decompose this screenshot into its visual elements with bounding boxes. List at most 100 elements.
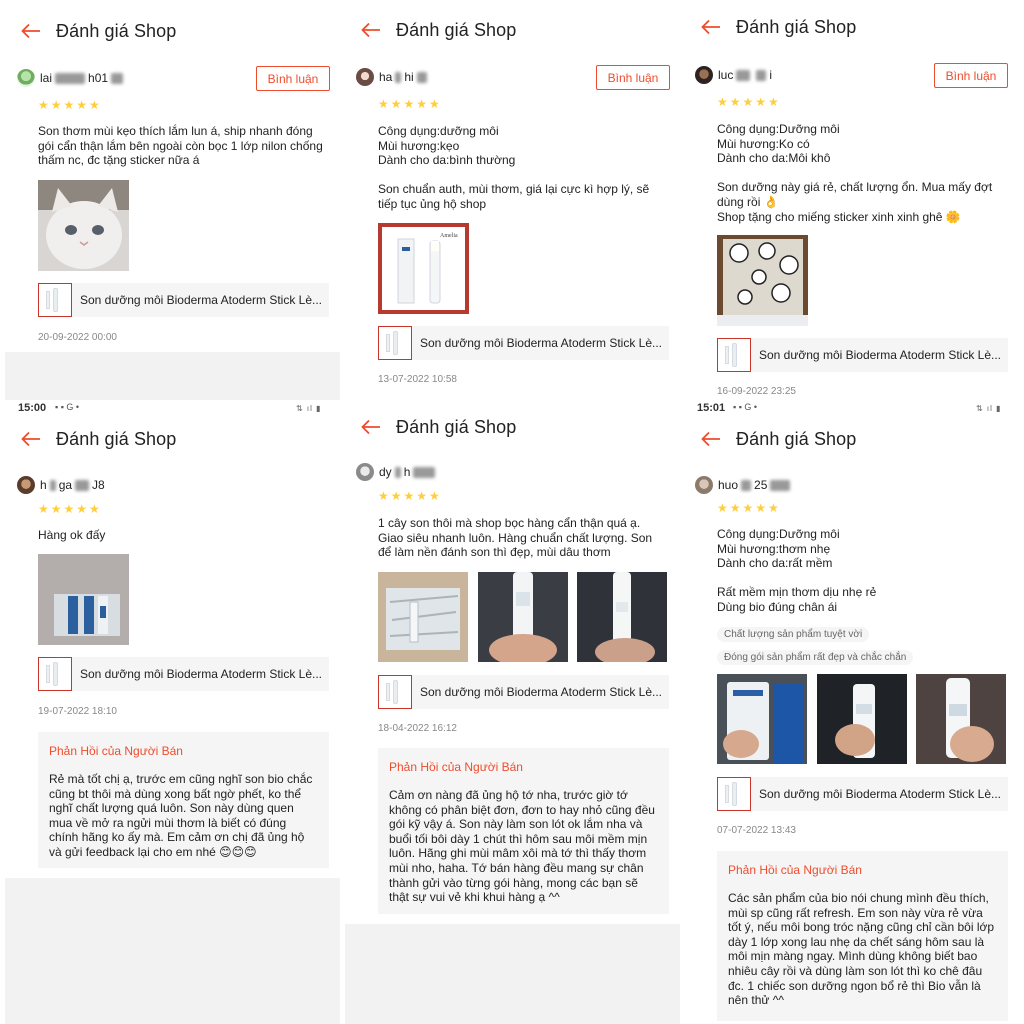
status-bar-icons: ▪ ▪ G • — [733, 402, 758, 412]
back-arrow-icon[interactable] — [701, 19, 721, 35]
header: Đánh giá Shop — [5, 419, 176, 459]
header: Đánh giá Shop — [345, 10, 516, 50]
seller-reply: Phản Hồi của Người Bán Cảm ơn nàng đã ủn… — [378, 748, 669, 914]
review-photo-1[interactable] — [717, 674, 807, 764]
status-bar-time: 15:01 — [697, 402, 726, 414]
seller-reply-text: Rẻ mà tốt chị ạ, trước em cũng nghĩ son … — [49, 772, 313, 859]
reviewer: ha hi — [356, 68, 430, 86]
avatar — [695, 66, 713, 84]
reviewer: huo 25 — [695, 476, 793, 494]
page-title: Đánh giá Shop — [736, 16, 857, 37]
rating-stars: ★★★★★ — [38, 98, 102, 112]
divider — [5, 878, 340, 1024]
review-panel-3: Đánh giá Shop luc i Bình luận ★★★★★ Công … — [685, 0, 1020, 400]
reviewer: lai h01 — [17, 69, 126, 87]
reviewer-name: luc i — [718, 68, 773, 82]
product-name: Son dưỡng môi Bioderma Atoderm Stick Lè.… — [80, 293, 323, 307]
header: Đánh giá Shop — [5, 11, 176, 51]
header: Đánh giá Shop — [345, 407, 516, 447]
review-photo[interactable] — [38, 554, 129, 645]
avatar — [17, 476, 35, 494]
review-photo[interactable] — [717, 235, 808, 326]
product-name: Son dưỡng môi Bioderma Atoderm Stick Lè.… — [80, 667, 323, 681]
avatar — [17, 69, 35, 87]
product-link[interactable]: Son dưỡng môi Bioderma Atoderm Stick Lè.… — [378, 326, 669, 360]
review-date: 19-07-2022 18:10 — [38, 706, 117, 717]
reviewer-name: dy h — [379, 465, 438, 479]
rating-stars: ★★★★★ — [717, 501, 781, 515]
review-text: Công dụng:Dưỡng môi Mùi hương:Ko có Dành… — [717, 122, 993, 224]
product-link[interactable]: Son dưỡng môi Bioderma Atoderm Stick Lè.… — [717, 777, 1008, 811]
reviewer: dy h — [356, 463, 438, 481]
review-photo-2[interactable] — [817, 674, 907, 764]
product-thumbnail — [38, 283, 72, 317]
review-panel-5: Đánh giá Shop dy h ★★★★★ 1 cây son thôi m… — [345, 400, 680, 924]
divider — [5, 352, 340, 400]
review-panel-4: Đánh giá Shop h ga J8 ★★★★★ Hàng ok đấy So… — [5, 414, 340, 878]
review-panel-2: Đánh giá Shop ha hi Bình luận ★★★★★ Công … — [345, 0, 680, 395]
product-link[interactable]: Son dưỡng môi Bioderma Atoderm Stick Lè.… — [38, 657, 329, 691]
review-photo[interactable]: Amelia — [378, 223, 469, 314]
reviewer-name: lai h01 — [40, 71, 126, 85]
back-arrow-icon[interactable] — [701, 431, 721, 447]
product-name: Son dưỡng môi Bioderma Atoderm Stick Lè.… — [759, 348, 1002, 362]
back-arrow-icon[interactable] — [361, 22, 381, 38]
product-name: Son dưỡng môi Bioderma Atoderm Stick Lè.… — [420, 336, 663, 350]
back-arrow-icon[interactable] — [21, 23, 41, 39]
seller-reply-text: Các sản phẩm của bio nói chung mình đều … — [728, 891, 995, 1008]
review-photo-1[interactable] — [378, 572, 468, 662]
review-text: Công dụng:dưỡng môi Mùi hương:kẹo Dành c… — [378, 124, 650, 211]
review-photo-2[interactable] — [478, 572, 568, 662]
back-arrow-icon[interactable] — [21, 431, 41, 447]
review-date: 16-09-2022 23:25 — [717, 386, 796, 397]
avatar — [356, 68, 374, 86]
page-title: Đánh giá Shop — [56, 428, 177, 449]
product-link[interactable]: Son dưỡng môi Bioderma Atoderm Stick Lè.… — [38, 283, 329, 317]
review-photo[interactable] — [38, 180, 129, 271]
review-panel-6: Đánh giá Shop huo 25 ★★★★★ Công dụng:Dưỡn… — [685, 414, 1020, 1024]
product-thumbnail — [717, 338, 751, 372]
reviewer-name: ha hi — [379, 70, 430, 84]
review-tag: Đóng gói sản phẩm rất đẹp và chắc chắn — [717, 650, 914, 665]
product-thumbnail — [378, 326, 412, 360]
header: Đánh giá Shop — [685, 7, 856, 47]
product-name: Son dưỡng môi Bioderma Atoderm Stick Lè.… — [759, 787, 1002, 801]
comment-button[interactable]: Bình luận — [934, 63, 1008, 88]
reviewer: h ga J8 — [17, 476, 105, 494]
reviewer-name: h ga J8 — [40, 478, 105, 492]
seller-reply-text: Cảm ơn nàng đã ủng hộ tớ nha, trước giờ … — [389, 788, 655, 905]
product-link[interactable]: Son dưỡng môi Bioderma Atoderm Stick Lè.… — [717, 338, 1008, 372]
header: Đánh giá Shop — [685, 419, 856, 459]
review-photo-3[interactable] — [916, 674, 1006, 764]
back-arrow-icon[interactable] — [361, 419, 381, 435]
rating-stars: ★★★★★ — [378, 489, 442, 503]
review-photo-3[interactable] — [577, 572, 667, 662]
seller-reply-title: Phản Hồi của Người Bán — [49, 744, 183, 758]
product-thumbnail — [378, 675, 412, 709]
page-title: Đánh giá Shop — [56, 20, 177, 41]
rating-stars: ★★★★★ — [38, 502, 102, 516]
comment-button[interactable]: Bình luận — [256, 66, 330, 91]
divider — [345, 924, 680, 1024]
review-date: 20-09-2022 00:00 — [38, 332, 117, 343]
reviewer-name: huo 25 — [718, 478, 793, 492]
review-panel-1: Đánh giá Shop lai h01 Bình luận ★★★★★ Son… — [5, 0, 340, 400]
status-bar-signal-icon: ⇅ ıl ▮ — [976, 404, 1002, 413]
comment-button[interactable]: Bình luận — [596, 65, 670, 90]
product-link[interactable]: Son dưỡng môi Bioderma Atoderm Stick Lè.… — [378, 675, 669, 709]
review-text: Hàng ok đấy — [38, 528, 106, 542]
status-bar-signal-icon: ⇅ ıl ▮ — [296, 404, 322, 413]
review-text: Công dụng:Dưỡng môi Mùi hương:thơm nhẹ D… — [717, 527, 877, 614]
seller-reply: Phản Hồi của Người Bán Các sản phẩm của … — [717, 851, 1008, 1021]
status-bar-time: 15:00 — [18, 402, 47, 414]
reviewer: luc i — [695, 66, 772, 84]
review-tag: Chất lượng sản phẩm tuyệt vời — [717, 627, 870, 642]
product-thumbnail — [717, 777, 751, 811]
avatar — [356, 463, 374, 481]
review-date: 18-04-2022 16:12 — [378, 723, 457, 734]
status-bar-icons: ▪ ▪ G • — [55, 402, 80, 412]
avatar — [695, 476, 713, 494]
review-text: 1 cây son thôi mà shop bọc hàng cẩn thận… — [378, 516, 653, 560]
page-title: Đánh giá Shop — [736, 428, 857, 449]
page-title: Đánh giá Shop — [396, 416, 517, 437]
